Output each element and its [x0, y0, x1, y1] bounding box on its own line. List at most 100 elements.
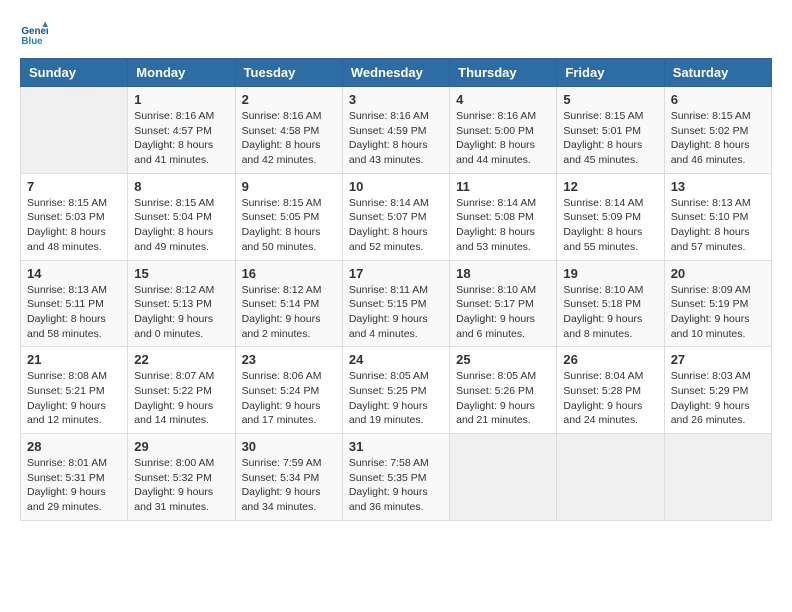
calendar-cell: 11Sunrise: 8:14 AM Sunset: 5:08 PM Dayli… — [450, 173, 557, 260]
day-info: Sunrise: 8:12 AM Sunset: 5:14 PM Dayligh… — [242, 283, 336, 342]
day-number: 10 — [349, 179, 443, 194]
day-number: 28 — [27, 439, 121, 454]
day-info: Sunrise: 7:58 AM Sunset: 5:35 PM Dayligh… — [349, 456, 443, 515]
day-number: 30 — [242, 439, 336, 454]
day-info: Sunrise: 8:16 AM Sunset: 4:58 PM Dayligh… — [242, 109, 336, 168]
calendar-cell: 29 Sunrise: 8:00 AM Sunset: 5:32 PM Dayli… — [128, 434, 235, 521]
calendar-cell: 31 Sunrise: 7:58 AM Sunset: 5:35 PM Dayli… — [342, 434, 449, 521]
day-number: 20 — [671, 266, 765, 281]
weekday-header-thursday: Thursday — [450, 59, 557, 87]
calendar-cell: 8 Sunrise: 8:15 AM Sunset: 5:04 PM Daylig… — [128, 173, 235, 260]
day-number: 25 — [456, 352, 550, 367]
day-number: 14 — [27, 266, 121, 281]
day-info: Sunrise: 8:03 AM Sunset: 5:29 PM Dayligh… — [671, 369, 765, 428]
day-number: 21 — [27, 352, 121, 367]
day-number: 6 — [671, 92, 765, 107]
day-number: 17 — [349, 266, 443, 281]
calendar-cell: 1 Sunrise: 8:16 AM Sunset: 4:57 PM Daylig… — [128, 87, 235, 174]
day-number: 12 — [563, 179, 657, 194]
day-info: Sunrise: 8:15 AM Sunset: 5:02 PM Dayligh… — [671, 109, 765, 168]
calendar-week-row: 7Sunrise: 8:15 AM Sunset: 5:03 PM Daylig… — [21, 173, 772, 260]
day-number: 1 — [134, 92, 228, 107]
day-info: Sunrise: 8:08 AM Sunset: 5:21 PM Dayligh… — [27, 369, 121, 428]
day-number: 31 — [349, 439, 443, 454]
calendar-cell: 25 Sunrise: 8:05 AM Sunset: 5:26 PM Dayli… — [450, 347, 557, 434]
calendar-cell: 7Sunrise: 8:15 AM Sunset: 5:03 PM Daylig… — [21, 173, 128, 260]
calendar-cell: 14 Sunrise: 8:13 AM Sunset: 5:11 PM Dayli… — [21, 260, 128, 347]
day-info: Sunrise: 8:10 AM Sunset: 5:18 PM Dayligh… — [563, 283, 657, 342]
day-info: Sunrise: 8:00 AM Sunset: 5:32 PM Dayligh… — [134, 456, 228, 515]
day-number: 22 — [134, 352, 228, 367]
calendar-cell: 21 Sunrise: 8:08 AM Sunset: 5:21 PM Dayli… — [21, 347, 128, 434]
day-info: Sunrise: 8:15 AM Sunset: 5:04 PM Dayligh… — [134, 196, 228, 255]
calendar-week-row: 21 Sunrise: 8:08 AM Sunset: 5:21 PM Dayli… — [21, 347, 772, 434]
calendar-cell: 10 Sunrise: 8:14 AM Sunset: 5:07 PM Dayli… — [342, 173, 449, 260]
calendar-cell: 16 Sunrise: 8:12 AM Sunset: 5:14 PM Dayli… — [235, 260, 342, 347]
day-info: Sunrise: 8:07 AM Sunset: 5:22 PM Dayligh… — [134, 369, 228, 428]
calendar-cell — [557, 434, 664, 521]
calendar-cell: 4 Sunrise: 8:16 AM Sunset: 5:00 PM Daylig… — [450, 87, 557, 174]
day-info: Sunrise: 8:10 AM Sunset: 5:17 PM Dayligh… — [456, 283, 550, 342]
day-number: 13 — [671, 179, 765, 194]
calendar-cell: 23 Sunrise: 8:06 AM Sunset: 5:24 PM Dayli… — [235, 347, 342, 434]
calendar-cell: 9Sunrise: 8:15 AM Sunset: 5:05 PM Daylig… — [235, 173, 342, 260]
calendar-cell: 27Sunrise: 8:03 AM Sunset: 5:29 PM Dayli… — [664, 347, 771, 434]
day-info: Sunrise: 8:14 AM Sunset: 5:07 PM Dayligh… — [349, 196, 443, 255]
calendar-cell: 2 Sunrise: 8:16 AM Sunset: 4:58 PM Daylig… — [235, 87, 342, 174]
day-info: Sunrise: 8:16 AM Sunset: 5:00 PM Dayligh… — [456, 109, 550, 168]
day-info: Sunrise: 8:11 AM Sunset: 5:15 PM Dayligh… — [349, 283, 443, 342]
header: General Blue — [20, 20, 772, 48]
calendar-cell: 30 Sunrise: 7:59 AM Sunset: 5:34 PM Dayli… — [235, 434, 342, 521]
calendar-week-row: 28 Sunrise: 8:01 AM Sunset: 5:31 PM Dayli… — [21, 434, 772, 521]
calendar-week-row: 1 Sunrise: 8:16 AM Sunset: 4:57 PM Daylig… — [21, 87, 772, 174]
calendar-cell: 13 Sunrise: 8:13 AM Sunset: 5:10 PM Dayli… — [664, 173, 771, 260]
svg-text:Blue: Blue — [21, 36, 43, 47]
weekday-header-wednesday: Wednesday — [342, 59, 449, 87]
weekday-header-saturday: Saturday — [664, 59, 771, 87]
day-info: Sunrise: 8:15 AM Sunset: 5:03 PM Dayligh… — [27, 196, 121, 255]
weekday-header-row: SundayMondayTuesdayWednesdayThursdayFrid… — [21, 59, 772, 87]
calendar-table: SundayMondayTuesdayWednesdayThursdayFrid… — [20, 58, 772, 521]
weekday-header-friday: Friday — [557, 59, 664, 87]
day-info: Sunrise: 8:15 AM Sunset: 5:01 PM Dayligh… — [563, 109, 657, 168]
day-info: Sunrise: 7:59 AM Sunset: 5:34 PM Dayligh… — [242, 456, 336, 515]
day-number: 29 — [134, 439, 228, 454]
day-number: 19 — [563, 266, 657, 281]
day-info: Sunrise: 8:16 AM Sunset: 4:59 PM Dayligh… — [349, 109, 443, 168]
day-number: 23 — [242, 352, 336, 367]
day-number: 8 — [134, 179, 228, 194]
day-info: Sunrise: 8:05 AM Sunset: 5:25 PM Dayligh… — [349, 369, 443, 428]
calendar-cell: 28 Sunrise: 8:01 AM Sunset: 5:31 PM Dayli… — [21, 434, 128, 521]
day-info: Sunrise: 8:09 AM Sunset: 5:19 PM Dayligh… — [671, 283, 765, 342]
calendar-cell — [664, 434, 771, 521]
day-info: Sunrise: 8:13 AM Sunset: 5:10 PM Dayligh… — [671, 196, 765, 255]
day-info: Sunrise: 8:16 AM Sunset: 4:57 PM Dayligh… — [134, 109, 228, 168]
calendar-cell: 20 Sunrise: 8:09 AM Sunset: 5:19 PM Dayli… — [664, 260, 771, 347]
day-number: 16 — [242, 266, 336, 281]
calendar-cell: 15Sunrise: 8:12 AM Sunset: 5:13 PM Dayli… — [128, 260, 235, 347]
day-number: 3 — [349, 92, 443, 107]
day-info: Sunrise: 8:05 AM Sunset: 5:26 PM Dayligh… — [456, 369, 550, 428]
day-number: 11 — [456, 179, 550, 194]
calendar-cell: 17 Sunrise: 8:11 AM Sunset: 5:15 PM Dayli… — [342, 260, 449, 347]
calendar-cell: 5Sunrise: 8:15 AM Sunset: 5:01 PM Daylig… — [557, 87, 664, 174]
calendar-cell — [450, 434, 557, 521]
calendar-cell: 18 Sunrise: 8:10 AM Sunset: 5:17 PM Dayli… — [450, 260, 557, 347]
calendar-cell: 19 Sunrise: 8:10 AM Sunset: 5:18 PM Dayli… — [557, 260, 664, 347]
calendar-cell: 12 Sunrise: 8:14 AM Sunset: 5:09 PM Dayli… — [557, 173, 664, 260]
day-info: Sunrise: 8:04 AM Sunset: 5:28 PM Dayligh… — [563, 369, 657, 428]
day-number: 18 — [456, 266, 550, 281]
day-info: Sunrise: 8:13 AM Sunset: 5:11 PM Dayligh… — [27, 283, 121, 342]
weekday-header-sunday: Sunday — [21, 59, 128, 87]
day-number: 4 — [456, 92, 550, 107]
day-number: 2 — [242, 92, 336, 107]
calendar-cell: 24Sunrise: 8:05 AM Sunset: 5:25 PM Dayli… — [342, 347, 449, 434]
logo-icon: General Blue — [20, 20, 48, 48]
calendar-cell — [21, 87, 128, 174]
day-number: 26 — [563, 352, 657, 367]
day-info: Sunrise: 8:14 AM Sunset: 5:09 PM Dayligh… — [563, 196, 657, 255]
day-info: Sunrise: 8:12 AM Sunset: 5:13 PM Dayligh… — [134, 283, 228, 342]
calendar-week-row: 14 Sunrise: 8:13 AM Sunset: 5:11 PM Dayli… — [21, 260, 772, 347]
day-info: Sunrise: 8:01 AM Sunset: 5:31 PM Dayligh… — [27, 456, 121, 515]
day-info: Sunrise: 8:06 AM Sunset: 5:24 PM Dayligh… — [242, 369, 336, 428]
